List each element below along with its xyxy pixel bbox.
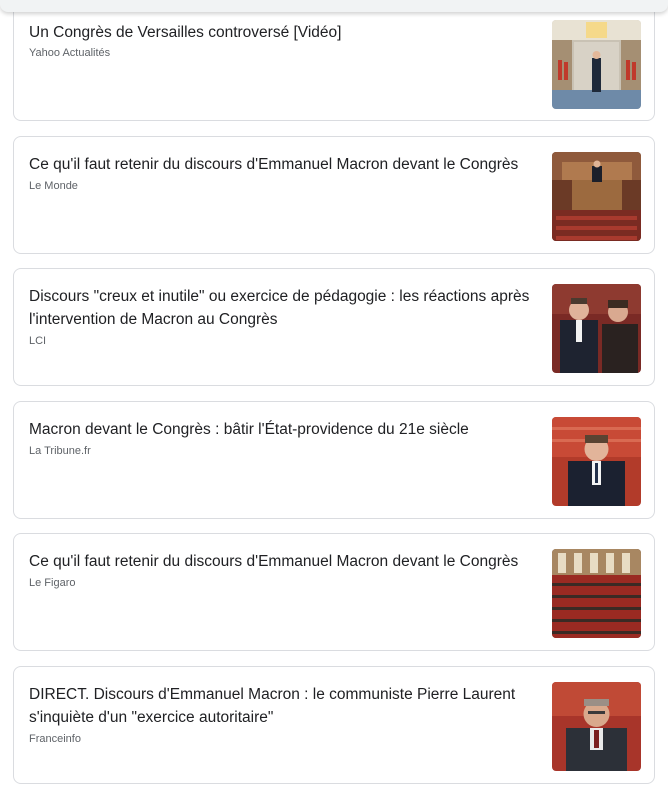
search-header-bar bbox=[0, 0, 668, 12]
congress-tribune-photo bbox=[552, 152, 641, 241]
news-card-source: Yahoo Actualités bbox=[29, 47, 111, 59]
news-card-title[interactable]: Macron devant le Congrès : bâtir l'État-… bbox=[29, 418, 539, 441]
news-card[interactable]: Ce qu'il faut retenir du discours d'Emma… bbox=[13, 533, 655, 651]
news-card-source: Le Monde bbox=[29, 180, 78, 192]
news-card-thumbnail[interactable] bbox=[552, 682, 641, 771]
news-card-title[interactable]: Un Congrès de Versailles controversé [Vi… bbox=[29, 21, 539, 44]
congress-hemicycle-photo bbox=[552, 549, 641, 638]
news-card-thumbnail[interactable] bbox=[552, 417, 641, 506]
news-card-title[interactable]: Ce qu'il faut retenir du discours d'Emma… bbox=[29, 550, 539, 573]
macron-with-official-photo bbox=[552, 284, 641, 373]
news-card-thumbnail[interactable] bbox=[552, 152, 641, 241]
news-card-title[interactable]: Ce qu'il faut retenir du discours d'Emma… bbox=[29, 153, 539, 176]
news-card-thumbnail[interactable] bbox=[552, 20, 641, 109]
news-results-page: Un Congrès de Versailles controversé [Vi… bbox=[0, 0, 668, 793]
news-card-source: Franceinfo bbox=[29, 733, 81, 745]
news-card-source: La Tribune.fr bbox=[29, 445, 91, 457]
news-card[interactable]: Discours "creux et inutile" ou exercice … bbox=[13, 268, 655, 386]
news-card-thumbnail[interactable] bbox=[552, 549, 641, 638]
news-card-title[interactable]: DIRECT. Discours d'Emmanuel Macron : le … bbox=[29, 683, 539, 729]
news-card[interactable]: Macron devant le Congrès : bâtir l'État-… bbox=[13, 401, 655, 519]
news-card-source: LCI bbox=[29, 335, 47, 347]
news-card[interactable]: Un Congrès de Versailles controversé [Vi… bbox=[13, 0, 655, 121]
news-card-thumbnail[interactable] bbox=[552, 284, 641, 373]
pierre-laurent-photo bbox=[552, 682, 641, 771]
news-card-source: Le Figaro bbox=[29, 577, 76, 589]
news-card[interactable]: Ce qu'il faut retenir du discours d'Emma… bbox=[13, 136, 655, 254]
news-card[interactable]: DIRECT. Discours d'Emmanuel Macron : le … bbox=[13, 666, 655, 784]
versailles-hall-photo bbox=[552, 20, 641, 109]
news-card-title[interactable]: Discours "creux et inutile" ou exercice … bbox=[29, 285, 539, 331]
macron-speaking-photo bbox=[552, 417, 641, 506]
